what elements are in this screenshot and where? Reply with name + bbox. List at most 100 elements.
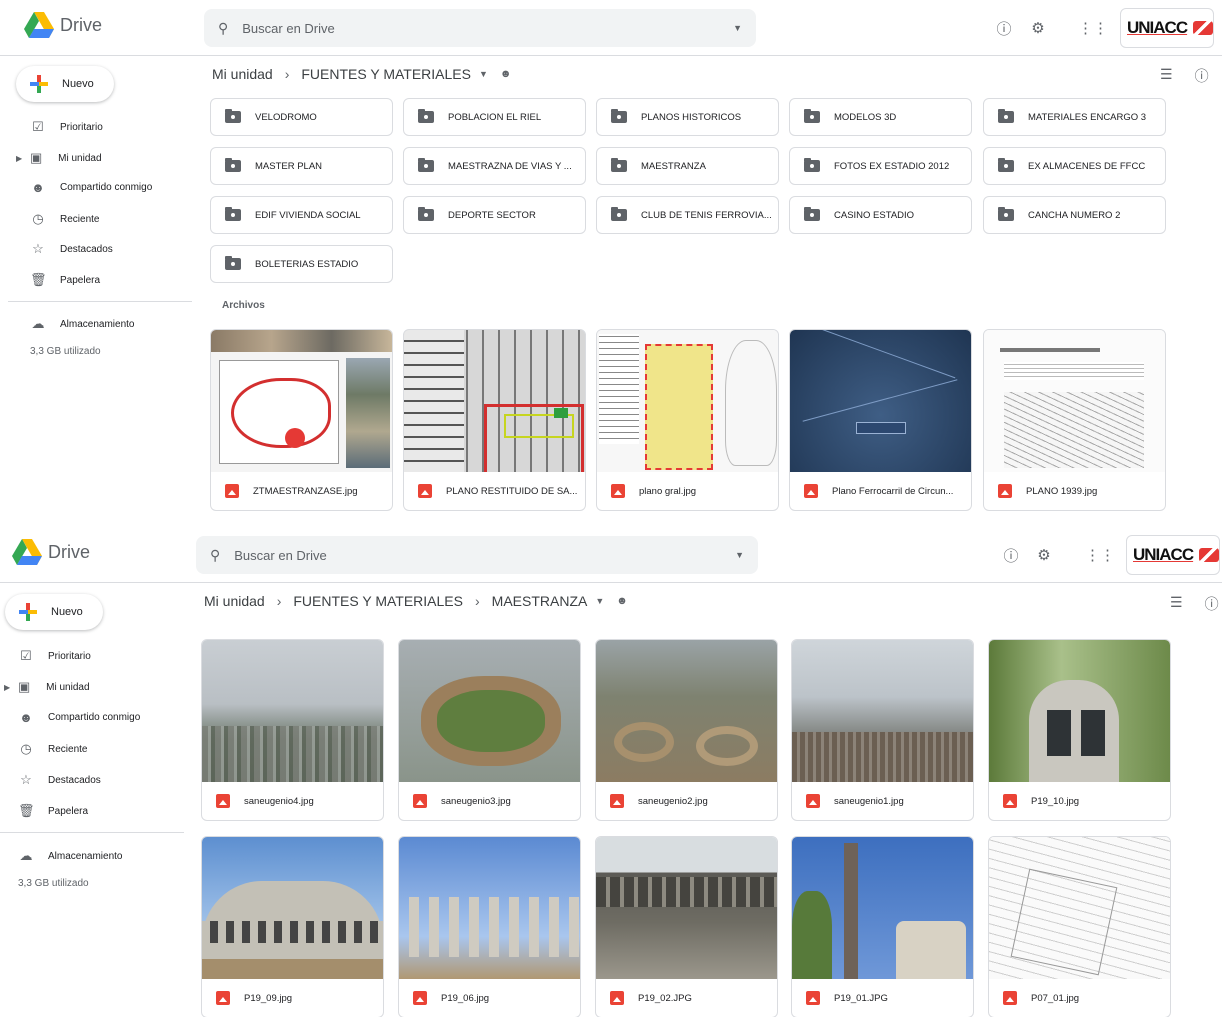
file-name: P19_06.jpg xyxy=(441,992,490,1004)
file-tile[interactable]: P19_10.jpg xyxy=(988,639,1171,821)
image-file-icon xyxy=(1003,794,1017,808)
list-view-icon[interactable]: ☰ xyxy=(1170,594,1183,614)
search-options-chevron-icon[interactable]: ▼ xyxy=(733,23,742,33)
sidebar-item-label: Reciente xyxy=(60,213,100,225)
folder-tile[interactable]: FOTOS EX ESTADIO 2012 xyxy=(789,147,972,185)
image-file-icon xyxy=(413,991,427,1005)
folder-tile[interactable]: MAESTRAZNA DE VIAS Y ... xyxy=(403,147,586,185)
top-bar: Drive ⚲ Buscar en Drive ▼ ⓘ ⚙ ⋮⋮ UNIACC xyxy=(0,0,1222,56)
sidebar-item-reciente[interactable]: ◷ Reciente xyxy=(30,211,99,227)
breadcrumb-item[interactable]: Mi unidad xyxy=(204,593,265,609)
file-thumbnail xyxy=(790,330,971,472)
apps-icon[interactable]: ⋮⋮ xyxy=(1078,19,1108,37)
sidebar-item-mi-unidad[interactable]: ▶ ▣ Mi unidad xyxy=(16,150,102,166)
sidebar-item-almacenamiento[interactable]: ☁ Almacenamiento xyxy=(30,316,135,332)
file-tile[interactable]: PLANO 1939.jpg xyxy=(983,329,1166,511)
drive-logo[interactable]: Drive xyxy=(12,539,90,565)
expand-arrow-icon[interactable]: ▶ xyxy=(16,154,22,163)
shared-people-icon: ☻ xyxy=(616,595,628,607)
expand-arrow-icon[interactable]: ▶ xyxy=(4,683,10,692)
chevron-right-icon: › xyxy=(284,66,290,82)
new-button[interactable]: Nuevo xyxy=(16,66,114,102)
folder-tile[interactable]: EX ALMACENES DE FFCC xyxy=(983,147,1166,185)
info-icon[interactable]: ⓘ xyxy=(1205,594,1219,614)
image-file-icon xyxy=(804,484,818,498)
sidebar-item-prioritario[interactable]: ☑ Prioritario xyxy=(30,119,103,135)
search-options-chevron-icon[interactable]: ▼ xyxy=(735,550,744,560)
drive-logo[interactable]: Drive xyxy=(24,12,102,38)
image-file-icon xyxy=(611,484,625,498)
folder-tile[interactable]: MATERIALES ENCARGO 3 xyxy=(983,98,1166,136)
folder-tile[interactable]: PLANOS HISTORICOS xyxy=(596,98,779,136)
help-icon[interactable]: ⓘ xyxy=(995,19,1013,38)
account-brand[interactable]: UNIACC xyxy=(1126,535,1220,575)
folder-tile[interactable]: CLUB DE TENIS FERROVIA... xyxy=(596,196,779,234)
shared-folder-icon xyxy=(804,109,820,123)
file-tile[interactable]: saneugenio3.jpg xyxy=(398,639,581,821)
file-tile[interactable]: plano gral.jpg xyxy=(596,329,779,511)
file-tile[interactable]: saneugenio4.jpg xyxy=(201,639,384,821)
list-view-icon[interactable]: ☰ xyxy=(1160,66,1173,86)
file-tile[interactable]: PLANO RESTITUIDO DE SA... xyxy=(403,329,586,511)
search-bar[interactable]: ⚲ Buscar en Drive ▼ xyxy=(196,536,758,574)
account-brand[interactable]: UNIACC xyxy=(1120,8,1214,48)
file-footer: saneugenio4.jpg xyxy=(202,782,383,820)
help-icon[interactable]: ⓘ xyxy=(1002,546,1020,565)
sidebar-item-label: Compartido conmigo xyxy=(60,182,153,193)
apps-icon[interactable]: ⋮⋮ xyxy=(1085,546,1115,564)
folder-tile[interactable]: MASTER PLAN xyxy=(210,147,393,185)
file-tile[interactable]: P07_01.jpg xyxy=(988,836,1171,1017)
info-icon[interactable]: ⓘ xyxy=(1195,66,1209,86)
sidebar-item-papelera[interactable]: 🗑 Papelera xyxy=(30,272,100,288)
shared-folder-icon xyxy=(611,207,627,221)
sidebar-item-prioritario[interactable]: ☑ Prioritario xyxy=(18,648,91,664)
image-file-icon xyxy=(806,991,820,1005)
sidebar-item-reciente[interactable]: ◷ Reciente xyxy=(18,741,87,757)
search-input[interactable]: Buscar en Drive xyxy=(234,548,735,563)
sidebar-item-compartido[interactable]: ☻ Compartido conmigo xyxy=(30,180,152,195)
folder-tile[interactable]: POBLACION EL RIEL xyxy=(403,98,586,136)
gear-icon[interactable]: ⚙ xyxy=(1035,546,1053,564)
chevron-down-icon[interactable]: ▼ xyxy=(595,596,604,606)
breadcrumb-item[interactable]: FUENTES Y MATERIALES xyxy=(293,593,463,609)
folder-tile[interactable]: VELODROMO xyxy=(210,98,393,136)
file-name: PLANO RESTITUIDO DE SA... xyxy=(446,485,578,497)
breadcrumb-current[interactable]: FUENTES Y MATERIALES xyxy=(301,66,471,82)
sidebar-item-mi-unidad[interactable]: ▶ ▣ Mi unidad xyxy=(4,679,90,695)
app-name: Drive xyxy=(60,14,103,35)
file-footer: P19_02.JPG xyxy=(596,979,777,1017)
folder-tile[interactable]: EDIF VIVIENDA SOCIAL xyxy=(210,196,393,234)
sidebar-item-papelera[interactable]: 🗑 Papelera xyxy=(18,803,88,819)
file-tile[interactable]: P19_09.jpg xyxy=(201,836,384,1017)
file-tile[interactable]: P19_01.JPG xyxy=(791,836,974,1017)
breadcrumb-current[interactable]: MAESTRANZA xyxy=(492,593,588,609)
drive-logo-icon xyxy=(24,12,54,38)
sidebar-item-destacados[interactable]: ☆ Destacados xyxy=(30,241,113,257)
gear-icon[interactable]: ⚙ xyxy=(1029,19,1047,37)
file-tile[interactable]: saneugenio1.jpg xyxy=(791,639,974,821)
search-icon[interactable]: ⚲ xyxy=(218,20,228,37)
folder-tile[interactable]: CANCHA NUMERO 2 xyxy=(983,196,1166,234)
search-icon[interactable]: ⚲ xyxy=(210,547,220,564)
breadcrumb-item[interactable]: Mi unidad xyxy=(212,66,273,82)
search-bar[interactable]: ⚲ Buscar en Drive ▼ xyxy=(204,9,756,47)
new-button[interactable]: Nuevo xyxy=(5,594,103,630)
folder-tile[interactable]: MODELOS 3D xyxy=(789,98,972,136)
file-tile[interactable]: Plano Ferrocarril de Circun... xyxy=(789,329,972,511)
file-tile[interactable]: P19_06.jpg xyxy=(398,836,581,1017)
sidebar-item-almacenamiento[interactable]: ☁ Almacenamiento xyxy=(18,848,123,864)
folder-tile[interactable]: CASINO ESTADIO xyxy=(789,196,972,234)
search-input[interactable]: Buscar en Drive xyxy=(242,21,733,36)
breadcrumb: Mi unidad › FUENTES Y MATERIALES ▼ ☻ xyxy=(212,66,511,82)
folder-tile[interactable]: DEPORTE SECTOR xyxy=(403,196,586,234)
sidebar-item-destacados[interactable]: ☆ Destacados xyxy=(18,772,101,788)
folder-tile[interactable]: MAESTRANZA xyxy=(596,147,779,185)
sidebar-item-compartido[interactable]: ☻ Compartido conmigo xyxy=(18,710,140,725)
chevron-down-icon[interactable]: ▼ xyxy=(479,69,488,79)
folder-tile[interactable]: BOLETERIAS ESTADIO xyxy=(210,245,393,283)
file-tile[interactable]: P19_02.JPG xyxy=(595,836,778,1017)
file-tile[interactable]: saneugenio2.jpg xyxy=(595,639,778,821)
folder-name: EDIF VIVIENDA SOCIAL xyxy=(255,209,361,221)
folder-name: POBLACION EL RIEL xyxy=(448,111,542,123)
file-tile[interactable]: ZTMAESTRANZASE.jpg xyxy=(210,329,393,511)
